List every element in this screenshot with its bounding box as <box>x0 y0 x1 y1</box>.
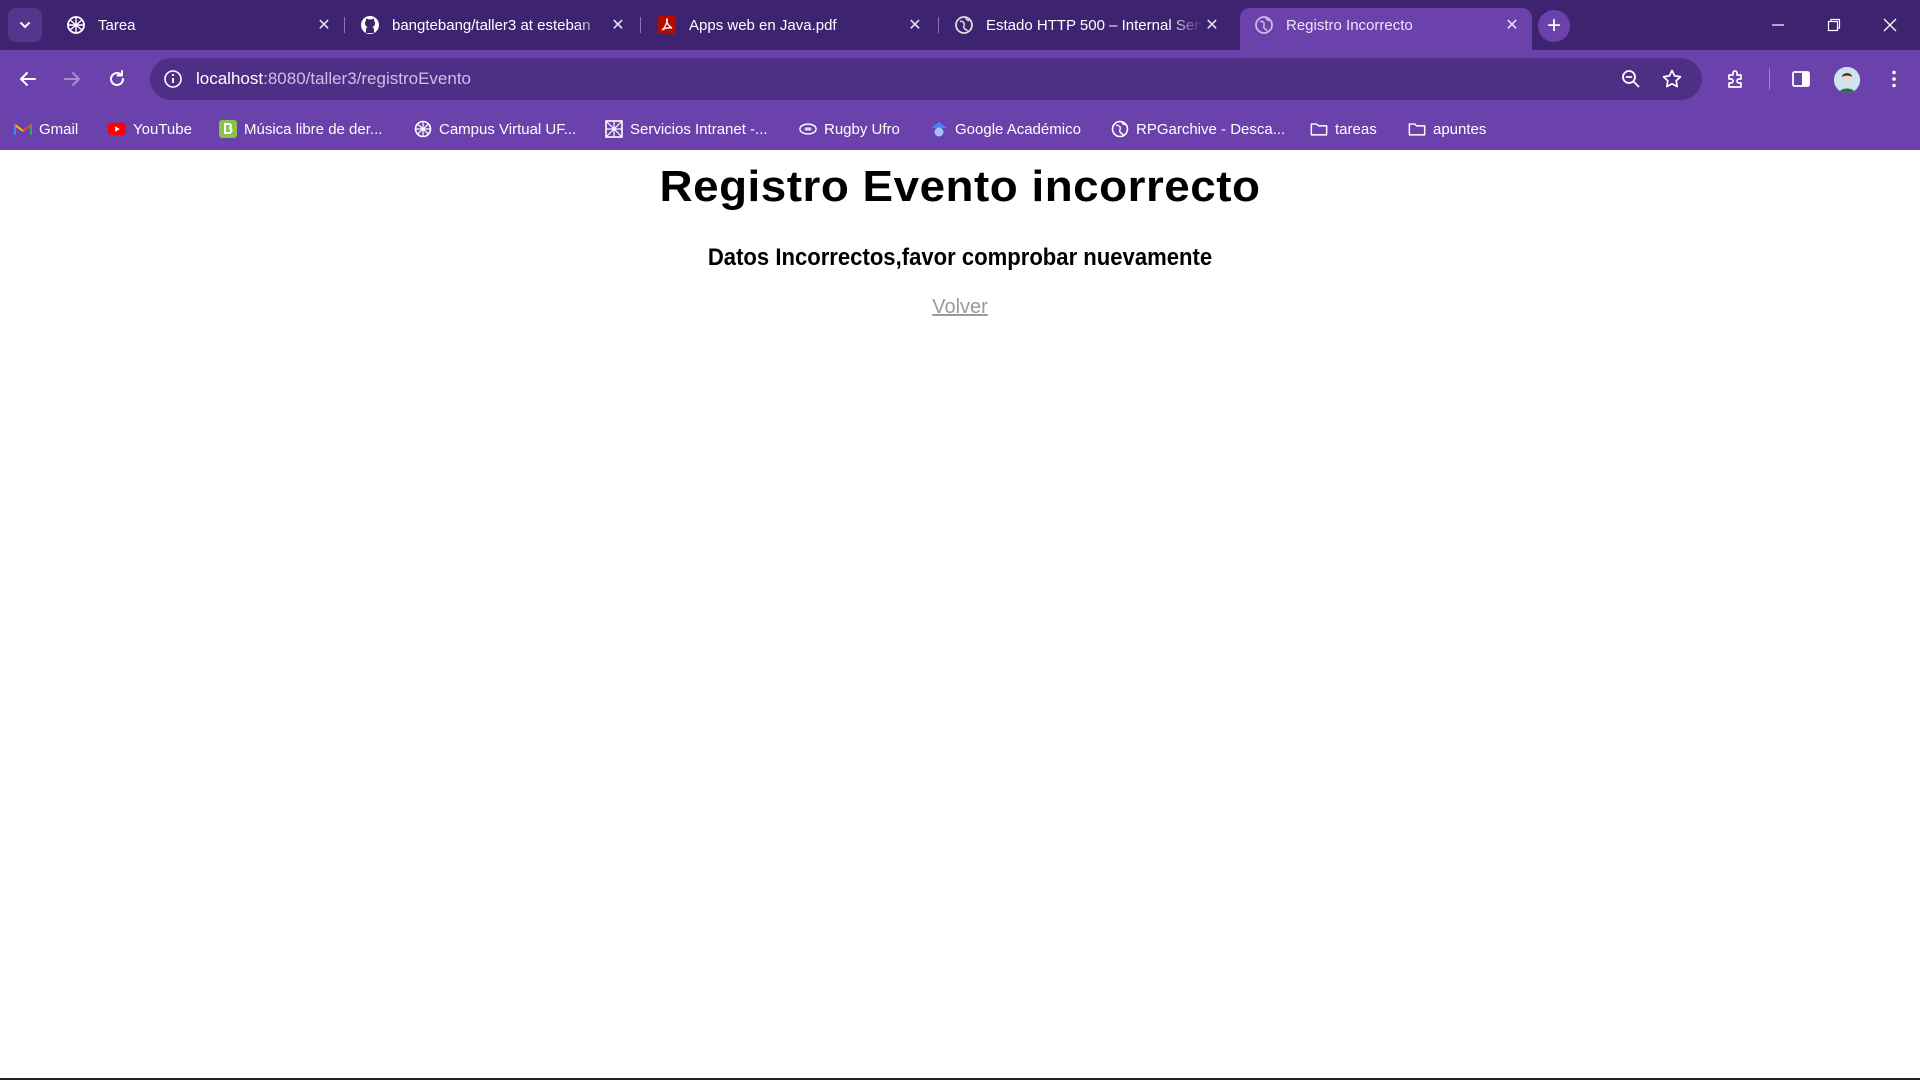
reload-icon <box>110 70 124 86</box>
profile-avatar[interactable] <box>1834 67 1860 93</box>
puzzle-icon <box>1728 70 1742 88</box>
error-message: Datos Incorrectos,favor comprobar nuevam… <box>707 244 1213 271</box>
close-icon[interactable]: ✕ <box>905 15 925 35</box>
github-icon <box>360 15 380 35</box>
pdf-icon <box>657 15 677 35</box>
tab-pdf[interactable]: Apps web en Java.pdf ✕ <box>643 8 935 42</box>
folder-icon <box>1408 120 1426 138</box>
globe-icon <box>1254 15 1274 35</box>
zoom-icon[interactable] <box>1620 68 1642 90</box>
folder-icon <box>1310 120 1328 138</box>
bookmark-gmail[interactable]: Gmail <box>14 117 78 141</box>
tab-separator <box>640 17 641 33</box>
bookmark-star-icon[interactable] <box>1661 68 1683 90</box>
url-host: localhost <box>196 69 264 88</box>
url-path: :8080/taller3/registroEvento <box>263 69 472 88</box>
forward-button[interactable] <box>54 61 90 97</box>
kebab-menu-icon <box>1892 70 1896 88</box>
bookmark-label: RPGarchive - Desca... <box>1136 120 1286 138</box>
tab-registro-incorrecto[interactable]: Registro Incorrecto ✕ <box>1240 8 1532 50</box>
arrow-left-icon <box>20 72 36 86</box>
youtube-icon <box>108 120 126 138</box>
tab-separator <box>344 17 345 33</box>
close-icon[interactable]: ✕ <box>1202 15 1222 35</box>
side-panel-button[interactable] <box>1789 67 1813 91</box>
back-button[interactable] <box>10 61 46 97</box>
side-panel-icon <box>1792 71 1810 87</box>
bookmark-label: tareas <box>1335 120 1377 138</box>
tab-title: Estado HTTP 500 – Internal Server Error <box>986 16 1202 34</box>
avatar-icon <box>1834 67 1860 93</box>
rugby-icon <box>799 120 817 138</box>
bookmark-rugby-ufro[interactable]: Rugby Ufro <box>799 117 900 141</box>
bookmarks-bar: Gmail YouTube Música libre de der... Cam… <box>0 108 1920 150</box>
moodle-globe-icon <box>414 120 432 138</box>
intranet-icon <box>605 120 623 138</box>
blogger-icon <box>219 120 237 138</box>
moodle-globe-icon <box>66 15 86 35</box>
tab-tarea[interactable]: Tarea ✕ <box>52 8 344 42</box>
bookmark-musica[interactable]: Música libre de der... <box>219 117 382 141</box>
globe-icon <box>1111 120 1129 138</box>
close-icon[interactable]: ✕ <box>314 15 334 35</box>
close-icon[interactable]: ✕ <box>1502 15 1522 35</box>
back-link[interactable]: Volver <box>932 296 988 319</box>
close-icon[interactable]: ✕ <box>608 15 628 35</box>
extensions-button[interactable] <box>1724 67 1748 91</box>
minimize-button[interactable] <box>1750 0 1806 50</box>
arrow-right-icon <box>64 72 80 86</box>
scholar-icon <box>930 120 948 138</box>
bookmark-label: Google Académico <box>955 120 1081 138</box>
toolbar-divider <box>1769 68 1770 90</box>
reload-button[interactable] <box>99 61 135 97</box>
tab-title: Apps web en Java.pdf <box>689 16 837 34</box>
close-icon <box>1883 18 1897 32</box>
tab-strip: Tarea ✕ bangtebang/taller3 at esteban ✕ … <box>0 0 1920 50</box>
tab-http-500[interactable]: Estado HTTP 500 – Internal Server Error … <box>940 8 1232 42</box>
tab-separator <box>938 17 939 33</box>
bookmark-label: Rugby Ufro <box>824 120 900 138</box>
bookmark-label: YouTube <box>133 120 192 138</box>
close-window-button[interactable] <box>1862 0 1918 50</box>
address-bar[interactable]: localhost:8080/taller3/registroEvento <box>150 58 1702 100</box>
restore-button[interactable] <box>1806 0 1862 50</box>
bookmark-campus-virtual[interactable]: Campus Virtual UF... <box>414 117 576 141</box>
bookmark-label: Campus Virtual UF... <box>439 120 577 138</box>
page-title: Registro Evento incorrecto <box>659 162 1261 211</box>
restore-icon <box>1827 18 1841 32</box>
bookmark-google-academico[interactable]: Google Académico <box>930 117 1081 141</box>
bookmark-servicios-intranet[interactable]: Servicios Intranet -... <box>605 117 768 141</box>
bookmark-folder-apuntes[interactable]: apuntes <box>1408 117 1486 141</box>
bookmark-label: Gmail <box>39 120 79 138</box>
minimize-icon <box>1772 24 1784 26</box>
gmail-icon <box>14 120 32 138</box>
tab-github[interactable]: bangtebang/taller3 at esteban ✕ <box>346 8 638 42</box>
bookmark-label: apuntes <box>1433 120 1487 138</box>
url-text[interactable]: localhost:8080/taller3/registroEvento <box>196 69 471 89</box>
toolbar: localhost:8080/taller3/registroEvento <box>0 50 1920 108</box>
page-content: Registro Evento incorrecto Datos Incorre… <box>0 150 1920 1078</box>
tab-title: bangtebang/taller3 at esteban <box>392 16 591 34</box>
tab-search-button[interactable] <box>8 8 42 42</box>
tab-title: Tarea <box>98 16 136 34</box>
menu-button[interactable] <box>1882 67 1906 91</box>
site-info-icon[interactable] <box>162 68 184 90</box>
new-tab-button[interactable]: + <box>1538 10 1570 42</box>
bookmark-label: Servicios Intranet -... <box>630 120 768 138</box>
globe-icon <box>954 15 974 35</box>
bookmark-rpgarchive[interactable]: RPGarchive - Desca... <box>1111 117 1285 141</box>
bookmark-youtube[interactable]: YouTube <box>108 117 192 141</box>
bookmark-folder-tareas[interactable]: tareas <box>1310 117 1377 141</box>
tab-title: Registro Incorrecto <box>1286 16 1413 34</box>
bookmark-label: Música libre de der... <box>244 120 383 138</box>
chevron-down-icon <box>20 22 30 29</box>
